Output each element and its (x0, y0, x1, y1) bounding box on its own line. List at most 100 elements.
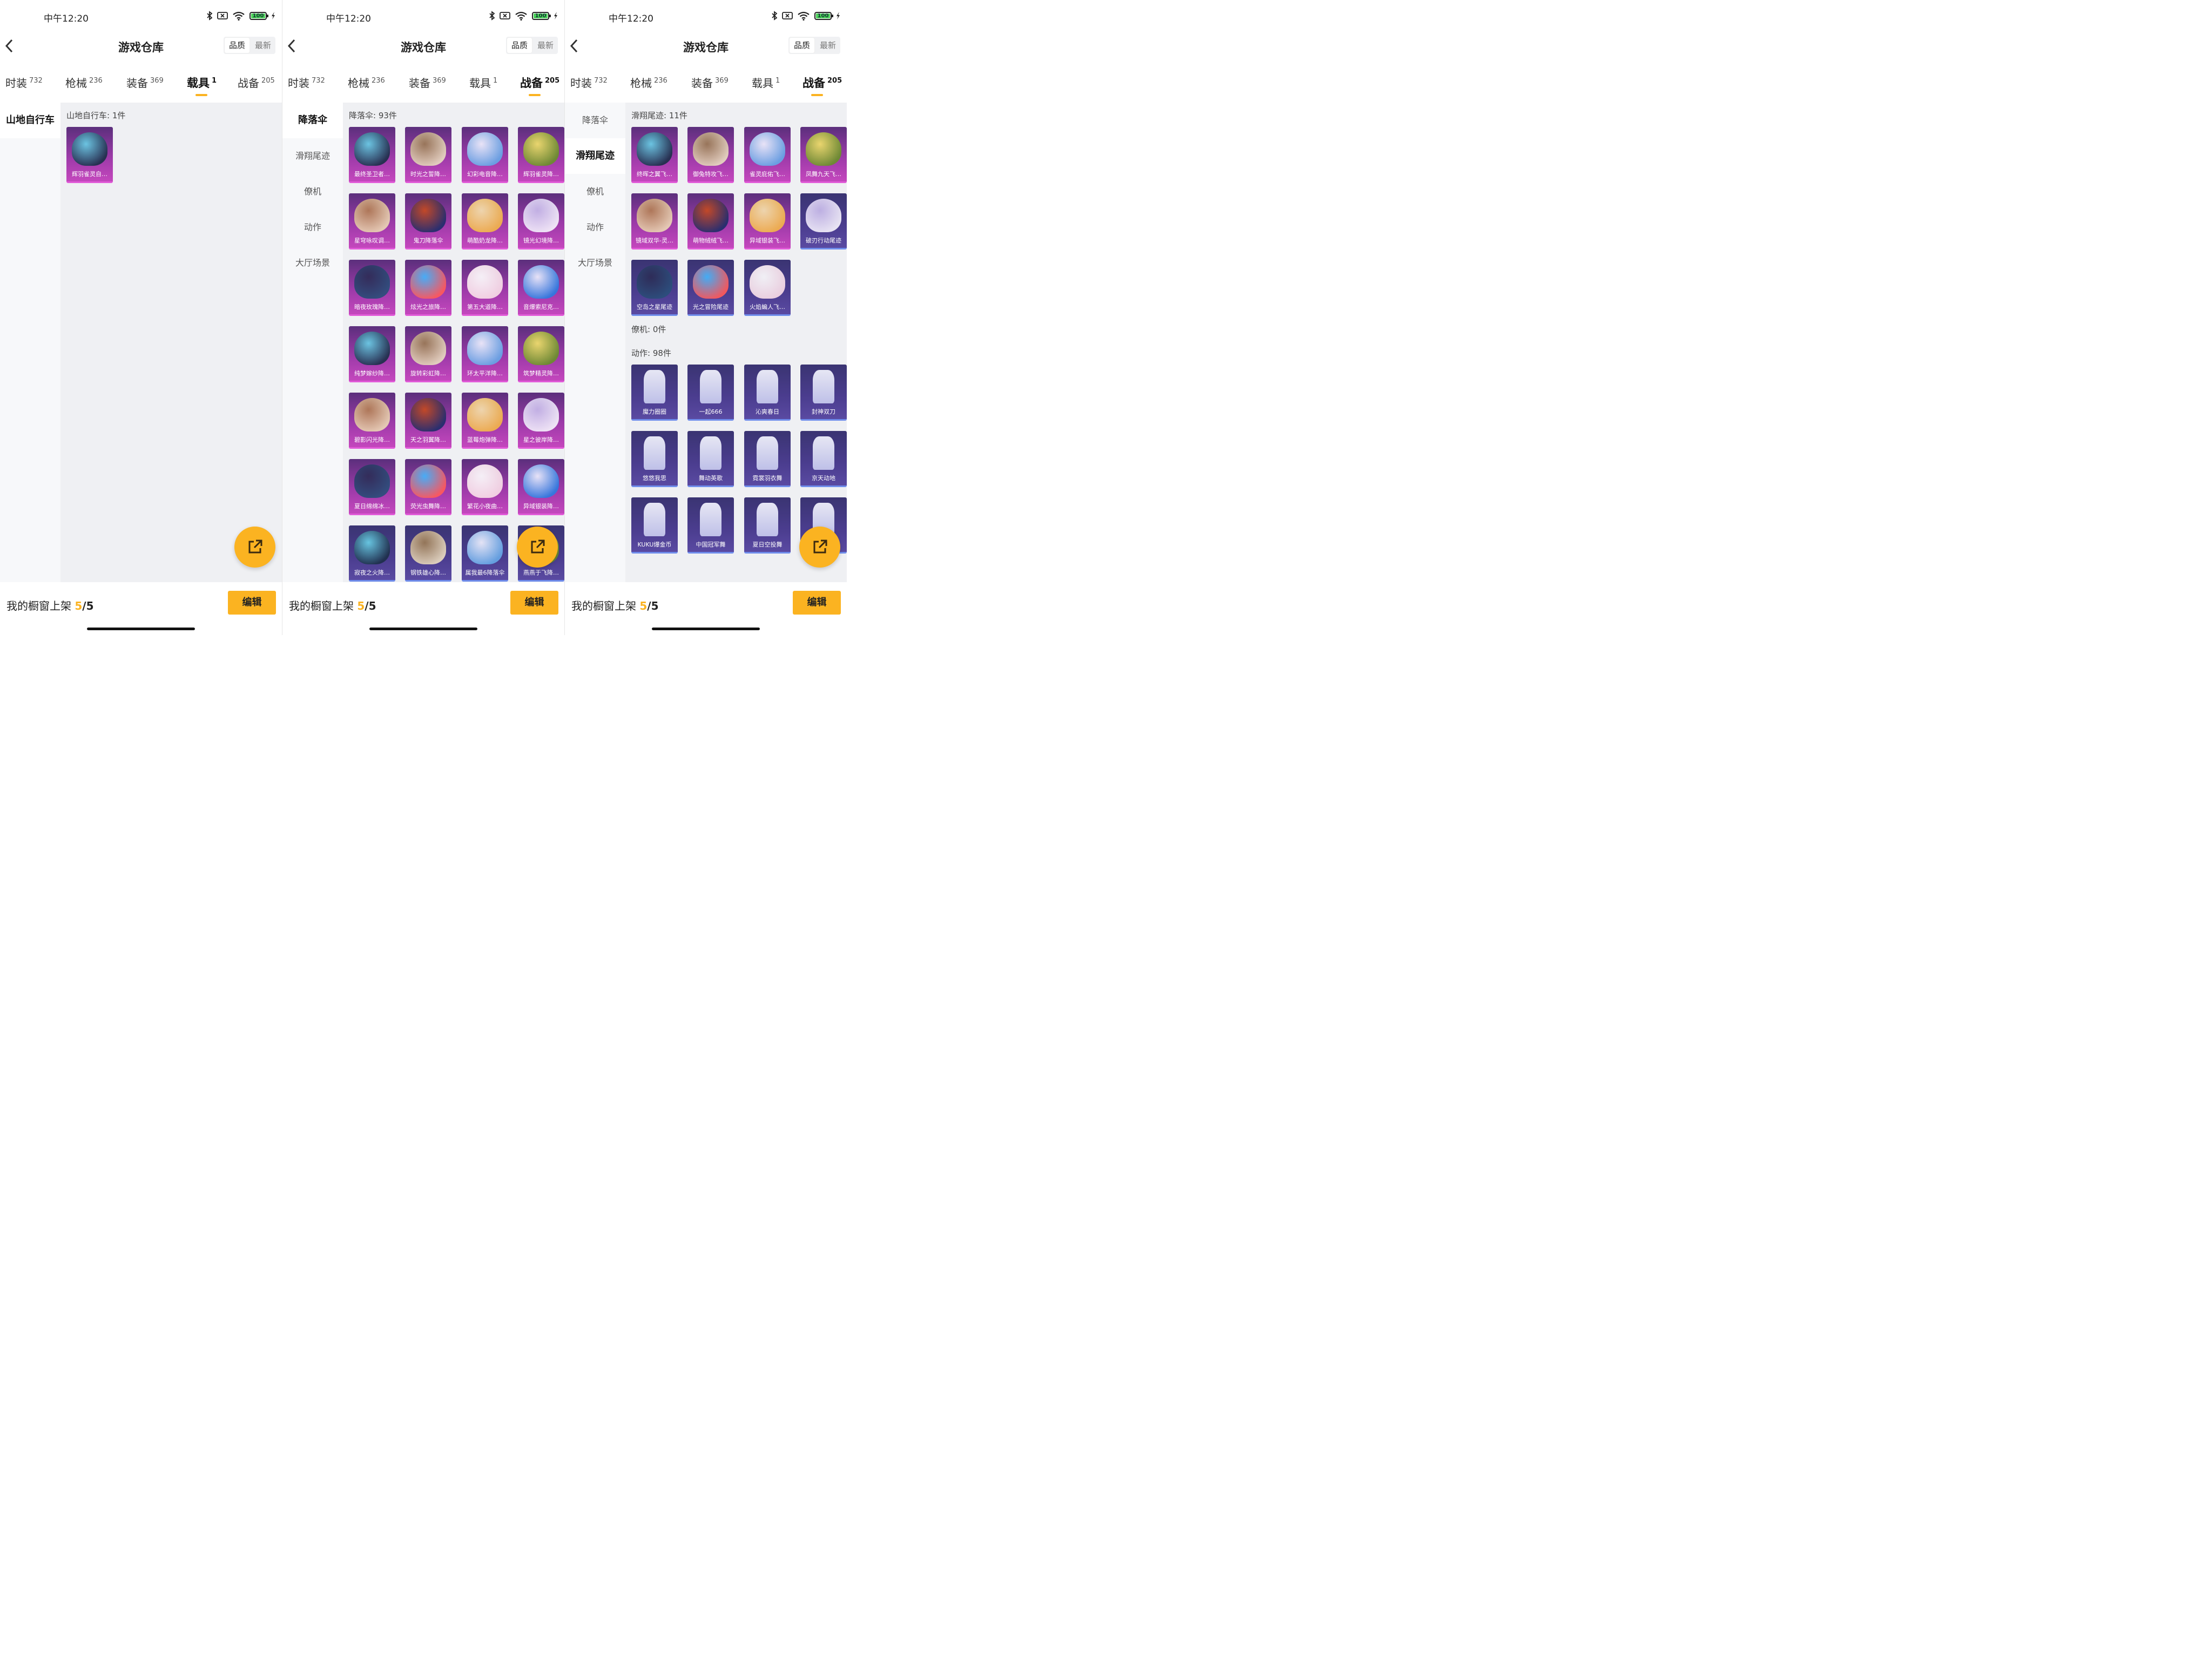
item-card[interactable]: 最终圣卫者… (349, 127, 395, 183)
tab-0[interactable]: 时装 732 (5, 75, 43, 90)
tab-0[interactable]: 时装 732 (570, 75, 608, 90)
item-card[interactable]: 幻彩电音降… (462, 127, 508, 183)
item-thumbnail (467, 332, 503, 365)
item-card[interactable]: 一起666 (687, 365, 734, 421)
item-card[interactable]: 终晖之翼飞… (631, 127, 678, 183)
edit-button[interactable]: 编辑 (228, 591, 276, 615)
share-button[interactable] (517, 527, 558, 568)
item-card[interactable]: 霓裳羽衣舞 (744, 431, 791, 487)
tab-2[interactable]: 装备 369 (409, 75, 446, 90)
item-card[interactable]: 凤舞九天飞… (800, 127, 847, 183)
sidebar-item-3[interactable]: 动作 (282, 210, 343, 245)
sidebar-item-4[interactable]: 大厅场景 (565, 245, 625, 281)
item-card[interactable]: 夏日绵绵冰… (349, 459, 395, 515)
tab-4[interactable]: 战备 205 (802, 75, 842, 91)
sidebar-item-2[interactable]: 僚机 (565, 174, 625, 210)
item-card[interactable]: 魔力圈圈 (631, 365, 678, 421)
tab-label: 时装 (288, 77, 309, 90)
sidebar-item-1[interactable]: 滑翔尾迹 (282, 138, 343, 174)
item-card[interactable]: 破刃行动尾迹 (800, 193, 847, 249)
item-card[interactable]: 繁花小夜曲… (462, 459, 508, 515)
edit-button[interactable]: 编辑 (510, 591, 558, 615)
tab-3[interactable]: 载具 1 (752, 75, 780, 90)
item-card[interactable]: 镜域双华-灵… (631, 193, 678, 249)
tab-1[interactable]: 枪械 236 (65, 75, 103, 90)
sort-quality-button[interactable]: 品质 (224, 37, 250, 53)
tab-3[interactable]: 载具 1 (187, 75, 217, 91)
item-card[interactable]: 碧影闪光降… (349, 393, 395, 449)
battery-level: 100 (252, 12, 264, 19)
tab-count: 205 (545, 77, 560, 85)
item-card[interactable]: 蓝莓炮弹降… (462, 393, 508, 449)
tab-4[interactable]: 战备 205 (520, 75, 559, 91)
item-card[interactable]: 御兔特攻飞… (687, 127, 734, 183)
bluetooth-icon (489, 11, 495, 21)
item-thumbnail (354, 199, 390, 232)
sort-latest-button[interactable]: 最新 (251, 37, 275, 54)
item-card[interactable]: 舞动英歌 (687, 431, 734, 487)
edit-button[interactable]: 编辑 (793, 591, 841, 615)
item-thumbnail (354, 398, 390, 431)
sort-quality-button[interactable]: 品质 (789, 37, 815, 53)
item-card[interactable]: 沁爽春日 (744, 365, 791, 421)
item-card[interactable]: 辉羽雀灵降… (518, 127, 564, 183)
item-card[interactable]: 夏日空投舞 (744, 497, 791, 554)
item-card[interactable]: 萌物绒绒飞… (687, 193, 734, 249)
item-card[interactable]: 炫光之旅降… (405, 260, 451, 316)
sidebar-item-1[interactable]: 滑翔尾迹 (565, 138, 625, 174)
share-button[interactable] (234, 527, 275, 568)
item-thumbnail (410, 199, 446, 232)
item-card[interactable]: KUKU爆金币 (631, 497, 678, 554)
sort-latest-button[interactable]: 最新 (533, 37, 558, 54)
item-card[interactable]: 辉羽雀灵自… (66, 127, 113, 183)
tab-4[interactable]: 战备 205 (238, 75, 275, 90)
item-card[interactable]: 第五大道降… (462, 260, 508, 316)
item-card[interactable]: 鬼刀降落伞 (405, 193, 451, 249)
item-card[interactable]: 异域银装降… (518, 459, 564, 515)
item-card[interactable]: 星之彼岸降… (518, 393, 564, 449)
sort-latest-button[interactable]: 最新 (815, 37, 840, 54)
sidebar-item-0[interactable]: 降落伞 (282, 103, 343, 138)
item-card[interactable]: 镜光幻境降… (518, 193, 564, 249)
item-card[interactable]: 萌酷奶龙降… (462, 193, 508, 249)
share-button[interactable] (799, 527, 840, 568)
item-thumbnail (644, 436, 665, 470)
tab-3[interactable]: 载具 1 (469, 75, 497, 90)
tab-0[interactable]: 时装 732 (288, 75, 325, 90)
item-card[interactable]: 悠悠我思 (631, 431, 678, 487)
item-card[interactable]: 星穹咏叹调… (349, 193, 395, 249)
item-card[interactable]: 天之羽翼降… (405, 393, 451, 449)
tab-2[interactable]: 装备 369 (126, 75, 164, 90)
item-card[interactable]: 旋转彩虹降… (405, 326, 451, 382)
sidebar-item-4[interactable]: 大厅场景 (282, 245, 343, 281)
item-card[interactable]: 荧光虫舞降… (405, 459, 451, 515)
tab-1[interactable]: 枪械 236 (630, 75, 667, 90)
item-card[interactable]: 纯梦嫁纱降… (349, 326, 395, 382)
sidebar-item-0[interactable]: 山地自行车 (0, 103, 60, 138)
item-card[interactable]: 空岛之星尾迹 (631, 260, 678, 316)
bottom-bar: 我的橱窗上架 5/5 编辑 (565, 582, 847, 635)
item-card[interactable]: 火焰蝙人飞… (744, 260, 791, 316)
item-card[interactable]: 中国冠军舞 (687, 497, 734, 554)
item-card[interactable]: 寂夜之火降… (349, 525, 395, 582)
item-card[interactable]: 钢铁雄心降… (405, 525, 451, 582)
item-card[interactable]: 属我最6降落伞 (462, 525, 508, 582)
item-card[interactable]: 光之冒险尾迹 (687, 260, 734, 316)
sidebar-item-0[interactable]: 降落伞 (565, 103, 625, 138)
item-thumbnail (354, 265, 390, 299)
tab-2[interactable]: 装备 369 (691, 75, 729, 90)
item-card[interactable]: 异域银装飞… (744, 193, 791, 249)
item-card[interactable]: 暗夜玫瑰降… (349, 260, 395, 316)
sort-quality-button[interactable]: 品质 (507, 37, 532, 53)
item-card[interactable]: 雀灵庇佑飞… (744, 127, 791, 183)
sidebar-item-3[interactable]: 动作 (565, 210, 625, 245)
item-card[interactable]: 封神双刀 (800, 365, 847, 421)
item-thumbnail (467, 398, 503, 431)
item-card[interactable]: 音爆索尼克… (518, 260, 564, 316)
tab-1[interactable]: 枪械 236 (348, 75, 385, 90)
item-card[interactable]: 环太平洋降… (462, 326, 508, 382)
item-card[interactable]: 京天动地 (800, 431, 847, 487)
sidebar-item-2[interactable]: 僚机 (282, 174, 343, 210)
item-card[interactable]: 时光之誓降… (405, 127, 451, 183)
item-card[interactable]: 筑梦精灵降… (518, 326, 564, 382)
